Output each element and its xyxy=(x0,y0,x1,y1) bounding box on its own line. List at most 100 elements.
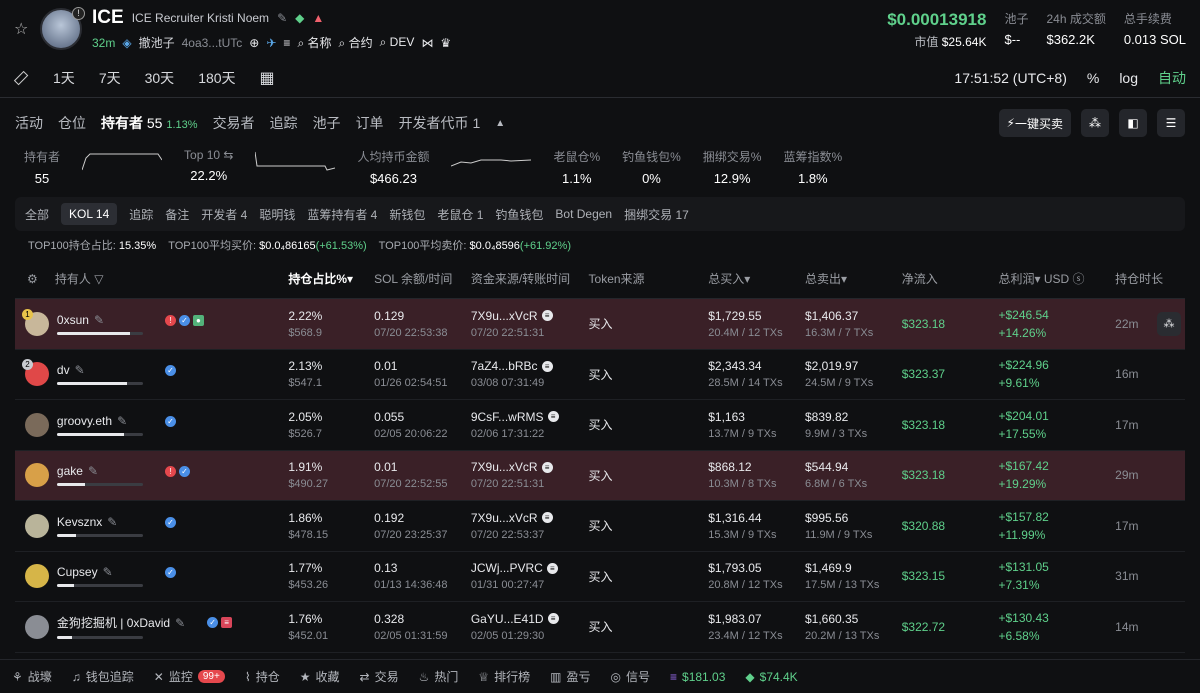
timeframe-7d[interactable]: 7天 xyxy=(99,68,121,88)
footer-trade[interactable]: ⇄ 交易 xyxy=(360,668,399,685)
collapse-icon[interactable]: ▲ xyxy=(495,118,505,129)
holder-cell[interactable]: 2 dv ✎ ✓ xyxy=(21,359,288,387)
edit-icon[interactable]: ✎ xyxy=(107,515,117,529)
edit-icon[interactable]: ✎ xyxy=(94,313,104,327)
holder-name[interactable]: dv xyxy=(57,363,70,377)
percent-toggle[interactable]: % xyxy=(1087,70,1099,86)
tab-tracking[interactable]: 追踪 xyxy=(270,113,298,133)
filter-dev[interactable]: 开发者 4 xyxy=(201,206,247,223)
filter-new-wallet[interactable]: 新钱包 xyxy=(389,206,425,223)
log-toggle[interactable]: log xyxy=(1119,70,1138,86)
holder-cell[interactable]: groovy.eth ✎ ✓ xyxy=(24,412,288,437)
timeframe-180d[interactable]: 180天 xyxy=(198,68,235,88)
col-net[interactable]: 净流入 xyxy=(902,270,999,287)
holder-cell[interactable]: 金狗挖掘机 | 0xDavid ✎ ✓ ≡ xyxy=(24,614,288,640)
col-pct[interactable]: 持仓占比%▾ xyxy=(288,270,374,287)
col-profit[interactable]: 总利润▾ USD ⓢ xyxy=(998,270,1115,287)
timeframe-30d[interactable]: 30天 xyxy=(145,68,175,88)
tab-pools[interactable]: 池子 xyxy=(313,113,341,133)
search-name-link[interactable]: ⌕ 名称 xyxy=(297,34,331,51)
tab-dev-tokens[interactable]: 开发者代币 1 xyxy=(399,113,481,133)
filter-notes[interactable]: 备注 xyxy=(165,206,189,223)
table-row[interactable]: 2 dv ✎ ✓ 2.13% $547.1 0.01 01/26 02:54:51 7… xyxy=(15,350,1185,400)
search-dev-link[interactable]: ⌕ DEV xyxy=(380,35,415,50)
source-cell[interactable]: JCWj...PVRC ≡ 01/31 00:27:47 xyxy=(471,561,589,591)
holder-name[interactable]: Cupsey xyxy=(57,565,98,579)
globe-icon[interactable]: ⊕ xyxy=(249,36,259,50)
search-contract-link[interactable]: ⌕ 合约 xyxy=(339,34,373,51)
table-row[interactable]: groovy.eth ✎ ✓ 2.05% $526.7 0.055 02/05 20:… xyxy=(15,400,1185,451)
calendar-icon[interactable]: ▦ xyxy=(260,68,275,88)
holder-cell[interactable]: gake ✎ ! ✓ xyxy=(24,463,288,488)
col-usd-toggle[interactable]: USD xyxy=(1044,272,1069,286)
col-duration[interactable]: 持仓时长 xyxy=(1115,270,1185,287)
source-cell[interactable]: 7X9u...xVcR ≡ 07/20 22:51:31 xyxy=(471,460,589,490)
footer-favorites[interactable]: ★ 收藏 xyxy=(300,668,340,685)
bubble-icon[interactable]: ⁂ xyxy=(1081,109,1109,137)
funding-source[interactable]: 7X9u...xVcR xyxy=(471,460,538,474)
token-address[interactable]: 4oa3...tUTc xyxy=(182,36,243,50)
footer-leaderboard[interactable]: ♕ 排行榜 xyxy=(478,668,530,685)
tab-positions[interactable]: 仓位 xyxy=(58,113,86,133)
col-total-buy[interactable]: 总买入▾ xyxy=(708,270,805,287)
holder-name[interactable]: 0xsun xyxy=(57,313,89,327)
edit-icon[interactable]: ✎ xyxy=(75,363,85,377)
funding-source[interactable]: GaYU...E41D xyxy=(471,612,544,626)
funding-source[interactable]: JCWj...PVRC xyxy=(471,561,543,575)
source-cell[interactable]: 9CsF...wRMS ≡ 02/06 17:31:22 xyxy=(471,410,589,440)
filter-phishing[interactable]: 钓鱼钱包 xyxy=(495,206,543,223)
edit-icon[interactable]: ✎ xyxy=(277,11,287,25)
funding-source[interactable]: 9CsF...wRMS xyxy=(471,410,544,424)
holder-cell[interactable]: 1 0xsun ✎ ! ✓ ● xyxy=(21,308,288,336)
filter-bluechip[interactable]: 蓝筹持有者 4 xyxy=(307,206,377,223)
edit-icon[interactable]: ✎ xyxy=(117,414,127,428)
table-row[interactable]: 1 0xsun ✎ ! ✓ ● 2.22% $568.9 0.129 07/20 22:5… xyxy=(15,299,1185,350)
table-row[interactable]: Kevsznx ✎ ✓ 1.86% $478.15 0.192 07/20 23:25… xyxy=(15,501,1185,552)
footer-holdings[interactable]: ⌇ 持仓 xyxy=(245,668,280,685)
funding-source[interactable]: 7aZ4...bRBc xyxy=(471,359,538,373)
holder-name[interactable]: Kevsznx xyxy=(57,515,102,529)
ruler-icon[interactable]: ▭ xyxy=(7,64,34,91)
holder-cell[interactable]: Cupsey ✎ ✓ xyxy=(24,564,288,589)
source-cell[interactable]: 7X9u...xVcR ≡ 07/20 22:51:31 xyxy=(471,309,589,339)
col-sol[interactable]: SOL 余额/时间 xyxy=(374,270,471,287)
col-token-source[interactable]: Token来源 xyxy=(589,270,709,287)
tab-orders[interactable]: 订单 xyxy=(356,113,384,133)
quick-buy-button[interactable]: ⚡ 一键买卖 xyxy=(998,109,1071,137)
tab-holders[interactable]: 持有者 55 1.13% xyxy=(101,113,198,133)
funding-source[interactable]: 7X9u...xVcR xyxy=(471,511,538,525)
filter-settings-icon[interactable]: ⚙ xyxy=(15,272,55,286)
tab-activity[interactable]: 活动 xyxy=(15,113,43,133)
menu-icon[interactable]: ≡ xyxy=(283,36,290,50)
edit-icon[interactable]: ✎ xyxy=(88,464,98,478)
footer-monitor[interactable]: ✕ 监控 99+ xyxy=(154,668,225,685)
col-source[interactable]: 资金来源/转账时间 xyxy=(471,270,589,287)
auto-toggle[interactable]: 自动 xyxy=(1158,68,1186,88)
filter-kol[interactable]: KOL 14 xyxy=(61,203,118,225)
source-cell[interactable]: GaYU...E41D ≡ 02/05 01:29:30 xyxy=(471,612,589,642)
col-holder[interactable]: 持有人 ▽ xyxy=(55,270,288,287)
footer-signals[interactable]: ◎ 信号 xyxy=(611,668,651,685)
edit-icon[interactable]: ✎ xyxy=(103,565,113,579)
holder-name[interactable]: groovy.eth xyxy=(57,414,112,428)
tab-traders[interactable]: 交易者 xyxy=(213,113,255,133)
pool-status[interactable]: 撤池子 xyxy=(139,34,175,51)
holder-name[interactable]: 金狗挖掘机 | 0xDavid xyxy=(57,614,170,631)
table-row[interactable]: Cupsey ✎ ✓ 1.77% $453.26 0.13 01/13 14:36:4… xyxy=(15,552,1185,602)
panel-layout-icon[interactable]: ◧ xyxy=(1119,109,1147,137)
table-row[interactable]: gake ✎ ! ✓ 1.91% $490.27 0.01 07/20 22:52:55… xyxy=(15,450,1185,501)
filter-tracking[interactable]: 追踪 xyxy=(129,206,153,223)
filter-bot-degen[interactable]: Bot Degen xyxy=(555,207,612,221)
holder-cell[interactable]: Kevsznx ✎ ✓ xyxy=(24,513,288,538)
filter-all[interactable]: 全部 xyxy=(25,206,49,223)
funding-source[interactable]: 7X9u...xVcR xyxy=(471,309,538,323)
timeframe-1d[interactable]: 1天 xyxy=(53,68,75,88)
holder-name[interactable]: gake xyxy=(57,464,83,478)
footer-wallet-tracking[interactable]: ♫ 钱包追踪 xyxy=(72,668,134,685)
summary-top10[interactable]: Top 10 ⇆ 22.2% xyxy=(184,148,233,193)
settings-list-icon[interactable]: ☰ xyxy=(1157,109,1185,137)
edit-icon[interactable]: ✎ xyxy=(175,616,185,630)
info-icon[interactable]: ! xyxy=(72,7,85,20)
source-cell[interactable]: 7X9u...xVcR ≡ 07/20 22:53:37 xyxy=(471,511,589,541)
filter-rat[interactable]: 老鼠仓 1 xyxy=(437,206,483,223)
